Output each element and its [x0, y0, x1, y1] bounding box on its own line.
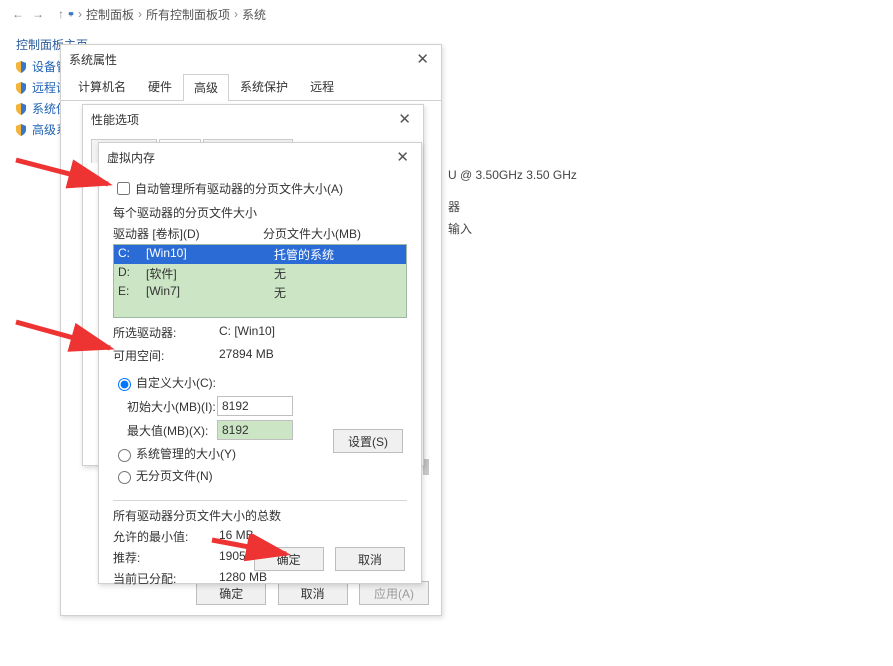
radio-label: 无分页文件(N) — [136, 467, 213, 484]
shield-icon — [14, 102, 28, 116]
shield-icon — [14, 123, 28, 137]
max-size-input[interactable] — [217, 420, 293, 440]
tab-active[interactable]: 高级 — [183, 74, 229, 101]
checkbox-label: 自动管理所有驱动器的分页文件大小(A) — [135, 180, 343, 197]
drive-row[interactable]: E: [Win7] 无 — [114, 283, 406, 302]
col-drive: 驱动器 [卷标](D) — [113, 225, 263, 242]
breadcrumb: ← → ↑ › 控制面板 › 所有控制面板项 › 系统 — [0, 0, 893, 28]
tab[interactable]: 系统保护 — [229, 73, 299, 100]
set-button[interactable]: 设置(S) — [333, 429, 403, 453]
sel-drive-label: 所选驱动器: — [113, 324, 219, 341]
virtual-memory-dialog: 虚拟内存 ✕ 自动管理所有驱动器的分页文件大小(A) 每个驱动器的分页文件大小 … — [98, 142, 422, 584]
ok-button[interactable]: 确定 — [254, 547, 324, 571]
totals-title: 所有驱动器分页文件大小的总数 — [113, 507, 407, 524]
crumb-item[interactable]: 所有控制面板项 — [146, 6, 230, 23]
rec-label: 推荐: — [113, 549, 219, 566]
radio-input[interactable] — [118, 378, 131, 391]
close-icon[interactable]: ✕ — [412, 50, 433, 68]
avail-value: 27894 MB — [219, 347, 274, 364]
drive-list[interactable]: C: [Win10] 托管的系统 D: [软件] 无 E: [Win7] 无 — [113, 244, 407, 318]
system-info: U @ 3.50GHz 3.50 GHz 器 输入 — [448, 164, 577, 240]
drive-row[interactable]: D: [软件] 无 — [114, 264, 406, 283]
tab[interactable]: 远程 — [299, 73, 345, 100]
sel-drive-value: C: [Win10] — [219, 324, 275, 341]
min-label: 允许的最小值: — [113, 528, 219, 545]
dialog-title: 性能选项 — [91, 111, 394, 128]
close-icon[interactable]: ✕ — [394, 110, 415, 128]
no-paging-radio[interactable]: 无分页文件(N) — [113, 467, 407, 484]
crumb-item[interactable]: 系统 — [242, 6, 266, 23]
back-icon[interactable]: ← — [12, 7, 24, 21]
checkbox-input[interactable] — [117, 182, 130, 195]
shield-icon — [14, 60, 28, 74]
initial-size-label: 初始大小(MB)(I): — [127, 398, 217, 415]
group-label: 每个驱动器的分页文件大小 — [113, 204, 407, 221]
cancel-button[interactable]: 取消 — [335, 547, 405, 571]
max-size-label: 最大值(MB)(X): — [127, 422, 217, 439]
dialog-title: 系统属性 — [69, 51, 412, 68]
avail-label: 可用空间: — [113, 347, 219, 364]
tab[interactable]: 硬件 — [137, 73, 183, 100]
dialog-title: 虚拟内存 — [107, 149, 392, 166]
custom-size-radio[interactable]: 自定义大小(C): — [113, 374, 407, 391]
col-size: 分页文件大小(MB) — [263, 225, 361, 242]
cur-label: 当前已分配: — [113, 570, 219, 587]
up-icon[interactable]: ↑ — [58, 7, 64, 21]
close-icon[interactable]: ✕ — [392, 148, 413, 166]
pc-icon — [68, 7, 74, 21]
tab[interactable]: 计算机名 — [67, 73, 137, 100]
tabs: 计算机名 硬件 高级 系统保护 远程 — [61, 73, 441, 101]
radio-label: 自定义大小(C): — [136, 374, 216, 391]
drive-row[interactable]: C: [Win10] 托管的系统 — [114, 245, 406, 264]
shield-icon — [14, 81, 28, 95]
fwd-icon[interactable]: → — [32, 7, 44, 21]
radio-input[interactable] — [118, 471, 131, 484]
radio-input[interactable] — [118, 449, 131, 462]
cur-value: 1280 MB — [219, 570, 267, 587]
auto-manage-checkbox[interactable]: 自动管理所有驱动器的分页文件大小(A) — [113, 179, 407, 198]
initial-size-input[interactable] — [217, 396, 293, 416]
radio-label: 系统管理的大小(Y) — [136, 445, 236, 462]
crumb-item[interactable]: 控制面板 — [86, 6, 134, 23]
min-value: 16 MB — [219, 528, 254, 545]
